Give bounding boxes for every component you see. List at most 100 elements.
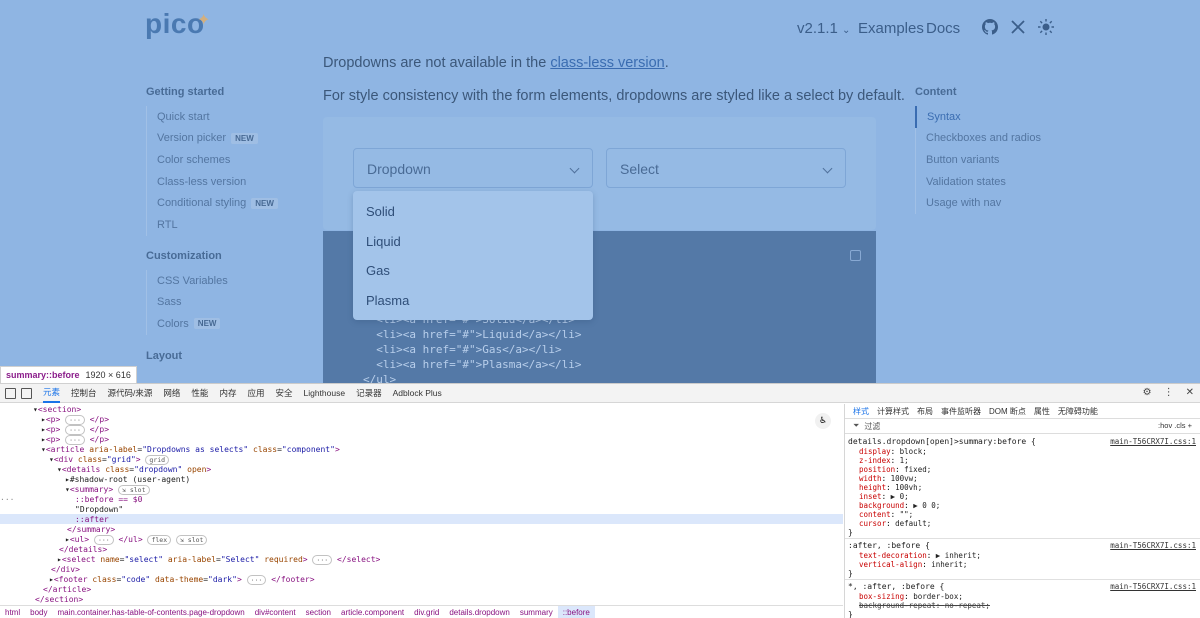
style-property-overridden[interactable]: background-repeat: no-repeat; xyxy=(859,601,990,610)
tab-layout[interactable]: 布局 xyxy=(917,406,933,417)
rule-selector[interactable]: *, :after, :before { xyxy=(848,582,944,591)
gear-icon[interactable]: ⚙ xyxy=(1143,387,1152,398)
sidebar-item-css-variables[interactable]: CSS Variables xyxy=(157,270,228,292)
inspect-element-icon[interactable] xyxy=(5,387,16,399)
dom-node-text[interactable]: "Dropdown" xyxy=(75,505,123,515)
breadcrumb-div-grid[interactable]: div.grid xyxy=(409,606,444,618)
dom-node-p[interactable]: ▸<p> ··· </p> xyxy=(41,425,109,435)
sidebar-heading-getting-started[interactable]: Getting started xyxy=(146,86,224,98)
dropdown-summary[interactable]: Dropdown xyxy=(353,148,593,188)
tab-application[interactable]: 应用 xyxy=(247,384,264,403)
accessibility-icon[interactable]: ♿ xyxy=(815,413,831,429)
tab-elements[interactable]: 元素 xyxy=(43,384,61,403)
dom-node-p[interactable]: ▸<p> ··· </p> xyxy=(41,415,109,425)
styles-filter-actions[interactable]: :hov .cls + xyxy=(1158,421,1192,430)
dom-node-div-grid[interactable]: ▾<div class="grid"> grid xyxy=(49,455,170,465)
dropdown-option-solid[interactable]: Solid xyxy=(353,197,593,227)
breadcrumb-details[interactable]: details.dropdown xyxy=(444,606,514,618)
sidebar-item-color-schemes[interactable]: Color schemes xyxy=(157,149,278,171)
tab-performance[interactable]: 性能 xyxy=(191,384,208,403)
style-property[interactable]: text-decoration: ▶ inherit; xyxy=(859,551,981,560)
sidebar-item-conditional-styling[interactable]: Conditional styling NEW xyxy=(157,192,278,214)
breadcrumb-summary[interactable]: summary xyxy=(515,606,558,618)
breadcrumb-main[interactable]: main.container.has-table-of-contents.pag… xyxy=(52,606,249,618)
style-property[interactable]: vertical-align: inherit; xyxy=(859,560,967,569)
toc-item-syntax[interactable]: Syntax xyxy=(915,106,1041,128)
tab-security[interactable]: 安全 xyxy=(275,384,292,403)
tab-network[interactable]: 网络 xyxy=(163,384,180,403)
tab-computed[interactable]: 计算样式 xyxy=(877,406,909,417)
sidebar-heading-layout[interactable]: Layout xyxy=(146,350,182,362)
style-property[interactable]: display: block; xyxy=(859,447,927,456)
tab-lighthouse[interactable]: Lighthouse xyxy=(303,384,345,403)
style-property[interactable]: inset: ▶ 0; xyxy=(859,492,909,501)
tab-memory[interactable]: 内存 xyxy=(219,384,236,403)
copy-icon[interactable] xyxy=(850,250,861,261)
tab-styles[interactable]: 样式 xyxy=(853,406,869,417)
toc-item-validation-states[interactable]: Validation states xyxy=(916,171,1041,193)
style-property[interactable]: content: ""; xyxy=(859,510,913,519)
select-field[interactable]: Select xyxy=(606,148,846,188)
tab-dom-breakpoints[interactable]: DOM 断点 xyxy=(989,406,1026,417)
style-property[interactable]: height: 100vh; xyxy=(859,483,922,492)
dropdown-option-liquid[interactable]: Liquid xyxy=(353,227,593,257)
dom-node-details[interactable]: ▾<details class="dropdown" open> xyxy=(57,465,211,475)
version-picker[interactable]: v2.1.1 ⌄ xyxy=(797,20,850,37)
tab-event-listeners[interactable]: 事件监听器 xyxy=(941,406,981,417)
tab-sources[interactable]: 源代码/来源 xyxy=(108,384,153,403)
tab-adblock-plus[interactable]: Adblock Plus xyxy=(393,384,442,403)
dom-node-section[interactable]: ▾<section> xyxy=(33,405,81,415)
sidebar-heading-customization[interactable]: Customization xyxy=(146,250,222,262)
toc-item-checkboxes-and-radios[interactable]: Checkboxes and radios xyxy=(916,128,1041,150)
breadcrumb-html[interactable]: html xyxy=(0,606,25,618)
breadcrumb-before[interactable]: ::before xyxy=(557,605,595,618)
pico-logo[interactable]: pico xyxy=(145,8,205,40)
sidebar-item-version-picker[interactable]: Version picker NEW xyxy=(157,128,278,150)
sidebar-item-class-less-version[interactable]: Class-less version xyxy=(157,171,278,193)
tab-console[interactable]: 控制台 xyxy=(71,384,97,403)
tab-properties[interactable]: 属性 xyxy=(1034,406,1050,417)
style-property[interactable]: width: 100vw; xyxy=(859,474,918,483)
rule-selector[interactable]: details.dropdown[open]>summary:before { xyxy=(848,437,1036,446)
nav-docs[interactable]: Docs xyxy=(926,20,960,37)
style-property[interactable]: cursor: default; xyxy=(859,519,931,528)
dom-node-article[interactable]: ▾<article aria-label="Dropdowns as selec… xyxy=(41,445,340,455)
tab-accessibility[interactable]: 无障碍功能 xyxy=(1058,406,1098,417)
dom-node-footer[interactable]: ▸<footer class="code" data-theme="dark">… xyxy=(49,575,315,585)
class-less-version-link[interactable]: class-less version xyxy=(550,55,664,71)
sidebar-item-sass[interactable]: Sass xyxy=(157,292,228,314)
github-icon[interactable] xyxy=(982,19,998,35)
style-property[interactable]: z-index: 1; xyxy=(859,456,909,465)
nav-examples[interactable]: Examples xyxy=(858,20,924,37)
x-icon[interactable] xyxy=(1010,19,1026,35)
style-property[interactable]: box-sizing: border-box; xyxy=(859,592,963,601)
dom-node-after[interactable]: ::after xyxy=(75,515,109,525)
dom-node-before[interactable]: ::before == $0 xyxy=(75,495,142,505)
sidebar-item-quick-start[interactable]: Quick start xyxy=(157,106,278,128)
dropdown-option-plasma[interactable]: Plasma xyxy=(353,286,593,316)
sidebar-item-rtl[interactable]: RTL xyxy=(157,214,278,236)
sidebar-item-colors[interactable]: Colors NEW xyxy=(157,313,228,335)
breadcrumb-section[interactable]: section xyxy=(301,606,336,618)
rule-source-link[interactable]: main-T56CRX7I.css:1 xyxy=(1110,582,1196,591)
breadcrumb-article[interactable]: article.component xyxy=(336,606,409,618)
dom-node-ul[interactable]: ▸<ul> ··· </ul> flex ⇲ slot xyxy=(65,535,208,545)
tab-recorder[interactable]: 记录器 xyxy=(356,384,382,403)
styles-filter-bar[interactable]: ⏷ 过滤 :hov .cls + xyxy=(845,419,1200,434)
dom-node-p[interactable]: ▸<p> ··· </p> xyxy=(41,435,109,445)
dom-node-shadow-root[interactable]: ▸#shadow-root (user-agent) xyxy=(65,475,190,485)
style-property[interactable]: position: fixed; xyxy=(859,465,931,474)
breadcrumb-body[interactable]: body xyxy=(25,606,52,618)
rule-source-link[interactable]: main-T56CRX7I.css:1 xyxy=(1110,541,1196,550)
more-options-icon[interactable]: ⋮ xyxy=(1164,387,1174,398)
theme-toggle-icon[interactable] xyxy=(1038,19,1054,35)
breadcrumb-div-content[interactable]: div#content xyxy=(250,606,301,618)
device-toolbar-icon[interactable] xyxy=(21,387,32,399)
rule-source-link[interactable]: main-T56CRX7I.css:1 xyxy=(1110,437,1196,446)
style-property[interactable]: background: ▶ 0 0; xyxy=(859,501,940,510)
styles-filter-input[interactable]: 过滤 xyxy=(864,421,880,432)
close-icon[interactable]: ✕ xyxy=(1186,387,1194,398)
toc-item-button-variants[interactable]: Button variants xyxy=(916,149,1041,171)
rule-selector[interactable]: :after, :before { xyxy=(848,541,930,550)
toc-item-usage-with-nav[interactable]: Usage with nav xyxy=(916,192,1041,214)
